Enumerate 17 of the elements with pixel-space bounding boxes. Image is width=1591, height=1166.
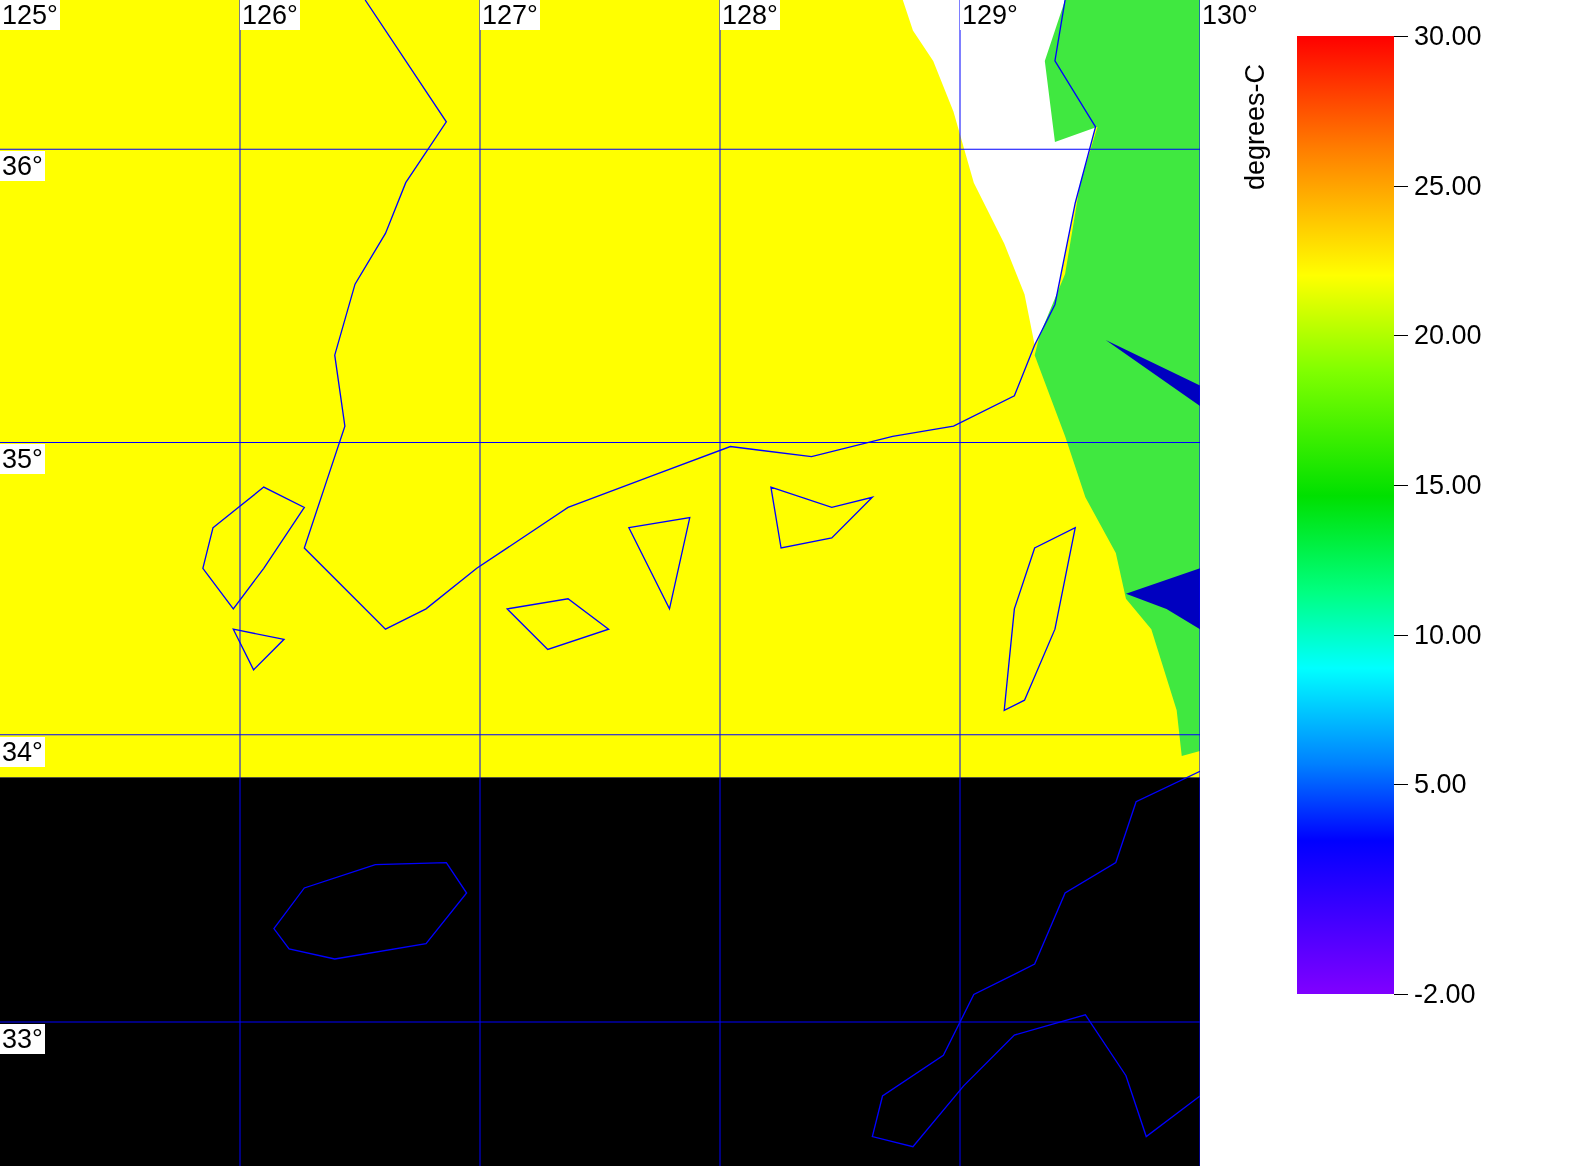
- longitude-label: 125°: [0, 0, 60, 30]
- colorbar-tick-label: -2.00: [1414, 979, 1476, 1009]
- longitude-label: 129°: [960, 0, 1020, 30]
- longitude-label: 127°: [480, 0, 540, 30]
- colorbar-tick-label: 10.00: [1414, 619, 1482, 650]
- longitude-label: 128°: [720, 0, 780, 30]
- colorbar-tick-label: 20.00: [1414, 320, 1482, 351]
- colorbar-tick-label: 30.00: [1414, 21, 1482, 51]
- latitude-label: 33°: [0, 1023, 45, 1054]
- latitude-label: 35°: [0, 444, 45, 475]
- latitude-label: 34°: [0, 736, 45, 767]
- latitude-label: 36°: [0, 151, 45, 182]
- colorbar-tick-label: 15.00: [1414, 470, 1482, 501]
- colorbar-unit-label: degrees-C: [1240, 63, 1270, 190]
- longitude-label: 126°: [240, 0, 300, 30]
- colorbar-tick-label: 5.00: [1414, 769, 1467, 800]
- colorbar-tick-label: 25.00: [1414, 170, 1482, 201]
